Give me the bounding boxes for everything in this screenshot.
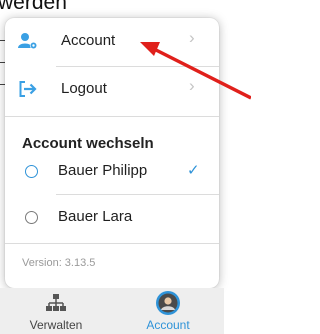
checkmark-icon: ✓ bbox=[187, 162, 200, 179]
divider bbox=[5, 243, 219, 244]
bottom-tab-bar: Verwalten Account bbox=[0, 288, 251, 334]
background-heading: werden bbox=[0, 0, 67, 14]
account-popup-menu: Account › Logout › Account wechseln Baue… bbox=[5, 18, 219, 288]
menu-item-account[interactable]: Account › bbox=[5, 18, 219, 66]
chevron-right-icon: › bbox=[189, 76, 195, 95]
menu-item-label: Account bbox=[61, 32, 116, 49]
avatar-icon bbox=[155, 290, 181, 321]
chevron-right-icon: › bbox=[189, 28, 195, 47]
tab-label: Account bbox=[146, 318, 190, 332]
tab-label: Verwalten bbox=[29, 318, 83, 332]
tab-account[interactable]: Account bbox=[112, 288, 224, 334]
tab-verwalten[interactable]: Verwalten bbox=[0, 288, 112, 334]
account-option-bauer-lara[interactable]: Bauer Lara bbox=[5, 194, 219, 242]
menu-item-logout[interactable]: Logout › bbox=[5, 66, 219, 114]
menu-item-label: Logout bbox=[61, 80, 107, 97]
account-settings-icon bbox=[17, 30, 39, 52]
divider bbox=[5, 116, 219, 117]
account-name: Bauer Philipp bbox=[58, 162, 148, 179]
radio-unselected-icon bbox=[25, 211, 38, 224]
account-name: Bauer Lara bbox=[58, 208, 133, 225]
logout-arrow-icon bbox=[17, 78, 39, 100]
version-label: Version: 3.13.5 bbox=[22, 257, 96, 269]
radio-selected-icon bbox=[25, 165, 38, 178]
hierarchy-icon bbox=[45, 292, 67, 319]
